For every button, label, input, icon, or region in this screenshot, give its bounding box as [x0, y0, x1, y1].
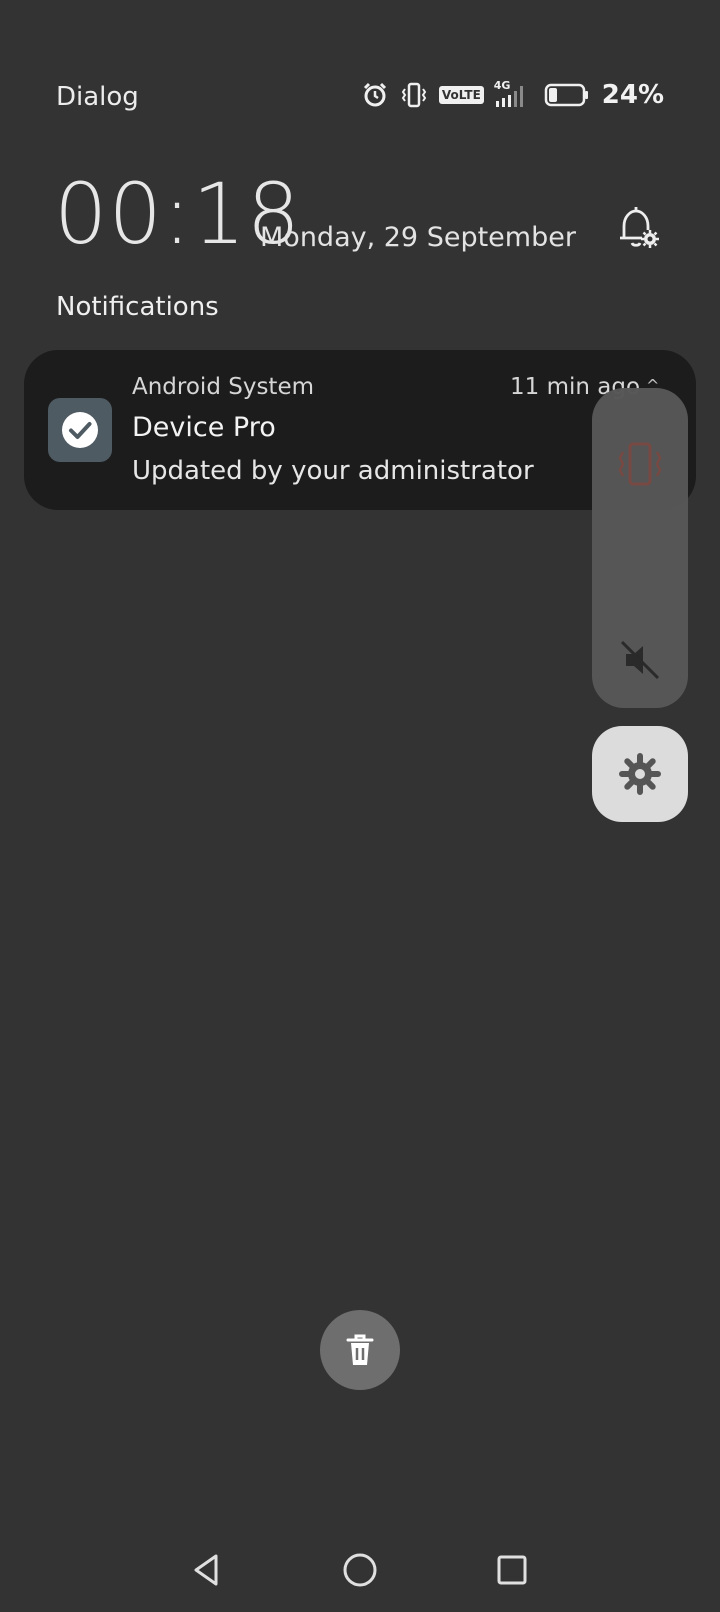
- recents-button[interactable]: [482, 1540, 542, 1600]
- vibrate-icon: [399, 81, 429, 109]
- battery-icon: [544, 82, 590, 108]
- recents-icon: [497, 1555, 527, 1585]
- notifications-heading: Notifications: [56, 292, 219, 322]
- volume-slider[interactable]: [592, 388, 688, 708]
- settings-gear-icon: [619, 753, 661, 795]
- app-icon: [48, 398, 112, 462]
- navigation-bar: [0, 1540, 720, 1612]
- volume-settings-button[interactable]: [592, 726, 688, 822]
- home-button[interactable]: [330, 1540, 390, 1600]
- clear-all-button[interactable]: [320, 1310, 400, 1390]
- volume-mute-icon[interactable]: [618, 638, 662, 682]
- status-bar: Dialog VoLTE 4G 24%: [0, 78, 720, 118]
- vibrate-icon[interactable]: [610, 434, 670, 494]
- status-icons: VoLTE 4G 24%: [361, 79, 664, 110]
- date-label: Monday, 29 September: [260, 222, 576, 253]
- home-icon: [343, 1553, 377, 1587]
- notification-source: Android System: [132, 374, 315, 400]
- battery-percent: 24%: [601, 80, 664, 110]
- 4g-signal-icon: 4G: [494, 79, 534, 109]
- alarm-icon: [361, 81, 389, 109]
- notification-title: Device Pro: [132, 412, 276, 443]
- volte-icon: VoLTE: [438, 86, 484, 104]
- notification-settings-button[interactable]: [612, 202, 664, 254]
- trash-icon: [346, 1334, 374, 1365]
- back-icon: [194, 1554, 218, 1586]
- check-circle-icon: [62, 412, 98, 448]
- notification-shade: Dialog VoLTE 4G 24% 00:18 Monday, 29 Sep…: [0, 0, 720, 1612]
- bell-settings-icon: [620, 207, 659, 248]
- notification-body: Updated by your administrator: [132, 456, 534, 486]
- carrier-name: Dialog: [56, 82, 139, 112]
- back-button[interactable]: [176, 1540, 236, 1600]
